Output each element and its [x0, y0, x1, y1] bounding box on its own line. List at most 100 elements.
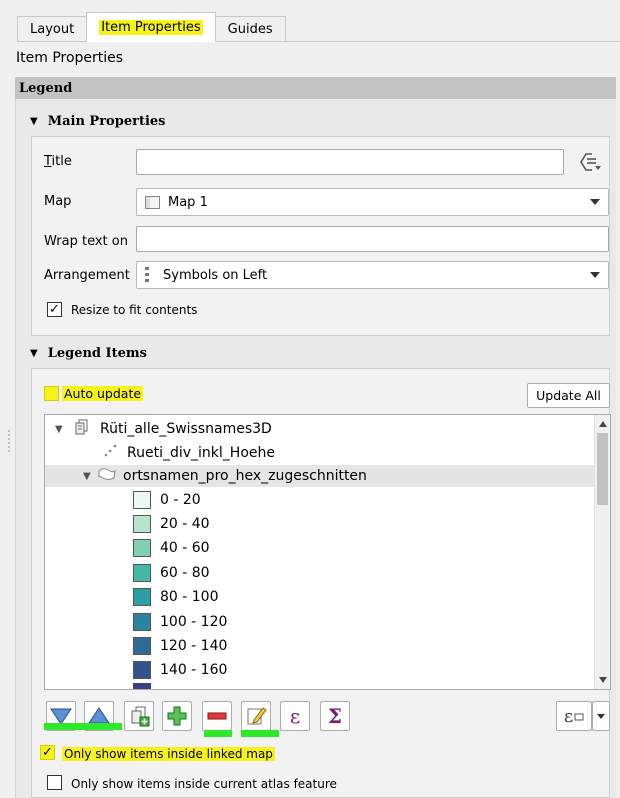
- chevron-down-icon: [597, 713, 605, 719]
- class-label: 60 - 80: [160, 565, 210, 581]
- only-atlas-feature-checkbox[interactable]: [47, 775, 62, 790]
- pencil-icon: [247, 707, 267, 725]
- class-color-swatch: [133, 564, 151, 582]
- tree-group-row[interactable]: ▼ Rüti_alle_Swissnames3D: [55, 418, 272, 440]
- expression-filter-icon: ε: [563, 705, 574, 727]
- add-item-button[interactable]: [162, 701, 192, 731]
- layer-group-icon: [73, 418, 93, 440]
- class-label: 40 - 60: [160, 540, 210, 556]
- class-label: 0 - 20: [160, 492, 201, 508]
- legend-class-row[interactable]: 100 - 120: [133, 611, 227, 633]
- legend-items-header[interactable]: ▼ Legend Items: [30, 346, 147, 361]
- add-group-icon: [131, 706, 150, 727]
- section-title: Legend: [19, 80, 73, 96]
- panel-tabs: Layout Item Properties Guides: [17, 12, 286, 42]
- tree-layer-polygons-row[interactable]: ▼ ortsnamen_pro_hex_zugeschnitten: [45, 465, 595, 487]
- class-label: 80 - 100: [160, 589, 219, 605]
- class-color-swatch: [133, 661, 151, 679]
- class-color-swatch: [133, 491, 151, 509]
- wrap-text-label: Wrap text on: [44, 234, 128, 249]
- panel-title: Item Properties: [16, 50, 124, 66]
- expand-triangle-icon: ▼: [55, 423, 63, 435]
- filter-funnel-icon: [574, 713, 584, 721]
- title-label: Title: [44, 154, 72, 169]
- annotation-highlight: [241, 730, 279, 737]
- scroll-thumb[interactable]: [597, 433, 608, 505]
- class-label: 100 - 120: [160, 614, 228, 630]
- tab-item-properties[interactable]: Item Properties: [86, 12, 216, 42]
- tab-guides[interactable]: Guides: [214, 16, 286, 42]
- only-linked-map-checkbox[interactable]: ✓: [40, 745, 55, 760]
- legend-class-row[interactable]: 0 - 20: [133, 489, 201, 511]
- wrap-text-input[interactable]: [136, 226, 609, 252]
- add-group-button[interactable]: [124, 701, 154, 731]
- group-title: Legend Items: [47, 346, 147, 361]
- collapse-triangle-icon: ▼: [30, 116, 38, 127]
- class-label: 140 - 160: [160, 662, 228, 678]
- tree-item-label: Rueti_div_inkl_Hoehe: [127, 445, 275, 461]
- tab-label: Guides: [227, 22, 273, 37]
- tab-label: Layout: [30, 22, 75, 37]
- resize-checkbox[interactable]: ✓: [47, 302, 62, 317]
- only-linked-map-label: Only show items inside linked map: [62, 747, 275, 761]
- class-color-swatch: [133, 588, 151, 606]
- plus-icon: [167, 706, 187, 726]
- resize-label: Resize to fit contents: [71, 303, 198, 317]
- only-atlas-feature-label: Only show items inside current atlas fea…: [71, 777, 337, 791]
- class-color-swatch: [133, 539, 151, 557]
- arrangement-label: Arrangement: [44, 268, 130, 283]
- legend-class-row[interactable]: 40 - 60: [133, 537, 210, 559]
- expression-button[interactable]: ε: [280, 701, 310, 731]
- annotation-highlight: [204, 730, 232, 737]
- legend-tree[interactable]: ▼ Rüti_alle_Swissnames3D Rueti_div_inkl_…: [44, 414, 611, 690]
- class-label: 20 - 40: [160, 516, 210, 532]
- arrangement-combobox[interactable]: Symbols on Left: [136, 261, 609, 289]
- sigma-icon: Σ: [327, 704, 343, 728]
- chevron-down-icon: [590, 272, 600, 278]
- class-color-swatch: [133, 613, 151, 631]
- minus-icon: [207, 712, 227, 720]
- class-color-swatch-partial: [133, 683, 151, 689]
- scroll-up-arrow-icon[interactable]: [599, 421, 607, 427]
- filter-dropdown-button[interactable]: [592, 701, 610, 731]
- tab-label: Item Properties: [99, 20, 203, 35]
- class-color-swatch: [133, 637, 151, 655]
- chevron-down-icon: [590, 199, 600, 205]
- class-color-swatch: [133, 515, 151, 533]
- symbols-left-icon: [145, 267, 149, 283]
- tree-scrollbar[interactable]: [594, 415, 610, 689]
- expand-triangle-icon: ▼: [83, 470, 91, 482]
- group-title: Main Properties: [47, 114, 166, 129]
- count-features-button[interactable]: Σ: [320, 701, 350, 731]
- point-layer-icon: [103, 443, 121, 463]
- tree-item-label: Rüti_alle_Swissnames3D: [100, 421, 272, 437]
- arrangement-value: Symbols on Left: [163, 267, 268, 283]
- epsilon-icon: ε: [289, 704, 301, 728]
- remove-item-button[interactable]: [202, 701, 232, 731]
- expression-text-icon[interactable]: [578, 152, 604, 172]
- auto-update-checkbox[interactable]: [44, 386, 59, 401]
- map-item-icon: [145, 195, 160, 209]
- filter-expression-button[interactable]: ε: [556, 701, 592, 731]
- map-combobox[interactable]: Map 1: [136, 188, 609, 216]
- collapse-triangle-icon: ▼: [30, 348, 38, 359]
- auto-update-label: Auto update: [62, 386, 144, 401]
- tab-layout[interactable]: Layout: [17, 16, 88, 42]
- main-properties-header[interactable]: ▼ Main Properties: [30, 114, 165, 129]
- tree-item-label: ortsnamen_pro_hex_zugeschnitten: [123, 468, 367, 484]
- title-input[interactable]: [136, 149, 564, 175]
- scroll-down-arrow-icon[interactable]: [599, 677, 607, 683]
- update-all-button[interactable]: Update All: [527, 383, 610, 408]
- legend-class-row[interactable]: 60 - 80: [133, 562, 210, 584]
- legend-class-row[interactable]: 140 - 160: [133, 659, 227, 681]
- map-value: Map 1: [168, 194, 208, 210]
- legend-class-row[interactable]: 120 - 140: [133, 635, 227, 657]
- polygon-layer-icon: [97, 467, 119, 485]
- map-label: Map: [44, 194, 72, 209]
- legend-class-row[interactable]: 20 - 40: [133, 513, 210, 535]
- dock-resize-grip[interactable]: [8, 430, 10, 452]
- legend-class-row[interactable]: 80 - 100: [133, 586, 219, 608]
- annotation-highlight: [44, 723, 122, 730]
- edit-item-button[interactable]: [241, 701, 271, 731]
- tree-layer-points-row[interactable]: Rueti_div_inkl_Hoehe: [103, 442, 275, 464]
